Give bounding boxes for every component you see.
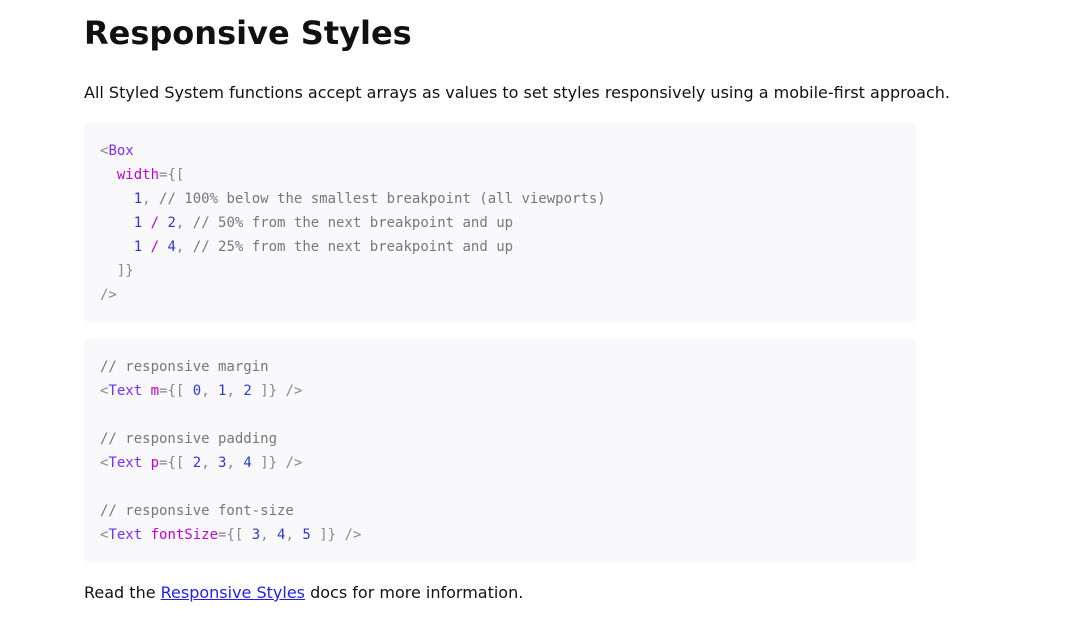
code-line: 1, // 100% below the smallest breakpoint… (133, 191, 606, 207)
code-number: 1 (133, 239, 143, 255)
code-block-text-examples: // responsive margin <Text m={[ 0, 1, 2 … (84, 339, 916, 562)
code-line: width={[ (116, 167, 185, 183)
code-number: 2 (192, 455, 202, 471)
read-more-paragraph: Read the Responsive Styles docs for more… (84, 581, 523, 605)
code-comment: // responsive margin (100, 359, 269, 375)
code-line: // responsive margin (100, 355, 900, 379)
code-line: ]} (100, 263, 134, 279)
code-number: 2 (167, 215, 176, 231)
code-tag-name: Text (108, 455, 143, 471)
code-number: 4 (243, 455, 252, 471)
code-number: 0 (192, 383, 202, 399)
code-tag-name: Text (108, 527, 143, 543)
code-line: /> (100, 287, 117, 303)
code-prop-name: fontSize (150, 527, 219, 543)
code-line: // responsive padding (100, 427, 900, 451)
code-number: 2 (243, 383, 252, 399)
code-comment: // 50% from the next breakpoint and up (192, 215, 514, 231)
intro-paragraph: All Styled System functions accept array… (84, 83, 950, 102)
code-comment: // 25% from the next breakpoint and up (192, 239, 514, 255)
code-line: <Text fontSize={[ 3, 4, 5 ]} /> (100, 527, 362, 543)
code-prop-name: width (116, 167, 160, 183)
code-number: 5 (302, 527, 311, 543)
code-number: 4 (167, 239, 176, 255)
code-comment: // 100% below the smallest breakpoint (a… (159, 191, 606, 207)
read-more-suffix: docs for more information. (305, 583, 524, 602)
responsive-styles-docs-link[interactable]: Responsive Styles (161, 583, 305, 602)
code-number: 1 (133, 191, 143, 207)
code-prop-name: m (150, 383, 160, 399)
code-line: 1 / 4, // 25% from the next breakpoint a… (133, 239, 514, 255)
code-line: 1 / 2, // 50% from the next breakpoint a… (133, 215, 514, 231)
code-tag-name: Box (108, 143, 134, 159)
code-comment: // responsive font-size (100, 503, 294, 519)
page-title: Responsive Styles (84, 14, 412, 52)
code-prop-name: p (150, 455, 160, 471)
code-number: 3 (251, 527, 261, 543)
code-line: <Box (100, 143, 134, 159)
code-tag-name: Text (108, 383, 143, 399)
code-comment: // responsive padding (100, 431, 278, 447)
code-block-box-width: <Box width={[ 1, // 100% below the small… (84, 123, 916, 322)
code-line: <Text m={[ 0, 1, 2 ]} /> (100, 383, 303, 399)
code-line: // responsive font-size (100, 499, 900, 523)
code-line: <Text p={[ 2, 3, 4 ]} /> (100, 455, 303, 471)
read-more-prefix: Read the (84, 583, 161, 602)
code-number: 1 (133, 215, 143, 231)
